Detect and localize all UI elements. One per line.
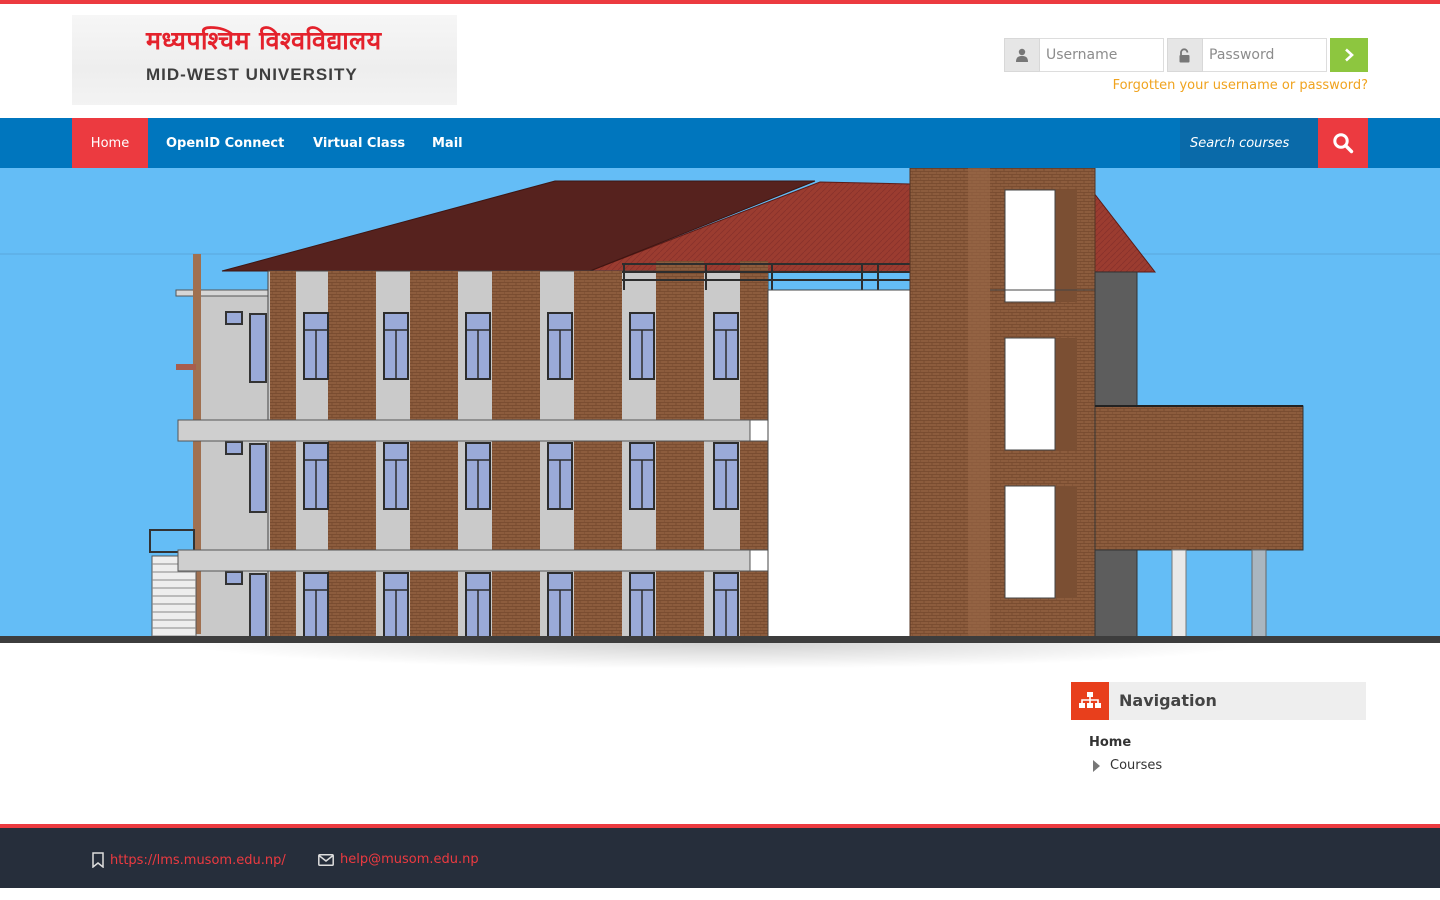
logo-english-name: MID-WEST UNIVERSITY [146, 65, 358, 84]
top-accent-line [0, 0, 1440, 4]
footer-email: help@musom.edu.np [318, 852, 479, 867]
hero-shadow [180, 643, 1260, 669]
password-group [1167, 38, 1327, 72]
expand-arrow-icon[interactable] [1093, 760, 1100, 772]
login-submit-button[interactable] [1330, 38, 1368, 72]
tree-item-courses[interactable]: Courses [1110, 758, 1162, 773]
password-input[interactable] [1203, 38, 1327, 72]
username-group [1004, 38, 1164, 72]
tree-item-home[interactable]: Home [1089, 735, 1131, 750]
hero-bottom-bar [0, 636, 1440, 643]
logo-nepali-name: मध्यपश्चिम विश्वविद्यालय [146, 26, 382, 55]
university-logo[interactable]: मध्यपश्चिम विश्वविद्यालय MID-WEST UNIVER… [72, 15, 457, 105]
footer-website-link[interactable]: https://lms.musom.edu.np/ [110, 853, 286, 868]
search-icon [1333, 133, 1354, 154]
forgot-password-link[interactable]: Forgotten your username or password? [1113, 78, 1368, 93]
nav-item-home[interactable]: Home [72, 118, 148, 168]
envelope-icon [318, 853, 334, 866]
university-building-illustration [0, 168, 1440, 643]
search-button[interactable] [1318, 118, 1368, 168]
page-footer: https://lms.musom.edu.np/ help@musom.edu… [0, 824, 1440, 888]
navigation-block-title: Navigation [1119, 691, 1217, 710]
nav-item-openid-connect[interactable]: OpenID Connect [166, 118, 284, 168]
nav-item-mail[interactable]: Mail [432, 118, 463, 168]
footer-email-link[interactable]: help@musom.edu.np [340, 852, 479, 867]
navigation-block-header[interactable]: Navigation [1071, 682, 1366, 720]
username-input[interactable] [1040, 38, 1164, 72]
footer-website: https://lms.musom.edu.np/ [92, 852, 286, 868]
course-search-input[interactable] [1180, 118, 1318, 168]
chevron-right-icon [1345, 48, 1354, 62]
hero-banner [0, 168, 1440, 643]
unlock-icon [1167, 38, 1203, 72]
nav-item-virtual-class[interactable]: Virtual Class [313, 118, 405, 168]
bookmark-icon [92, 852, 104, 868]
user-icon [1004, 38, 1040, 72]
main-navbar: Home OpenID Connect Virtual Class Mail [0, 118, 1440, 168]
sitemap-icon [1071, 682, 1109, 720]
